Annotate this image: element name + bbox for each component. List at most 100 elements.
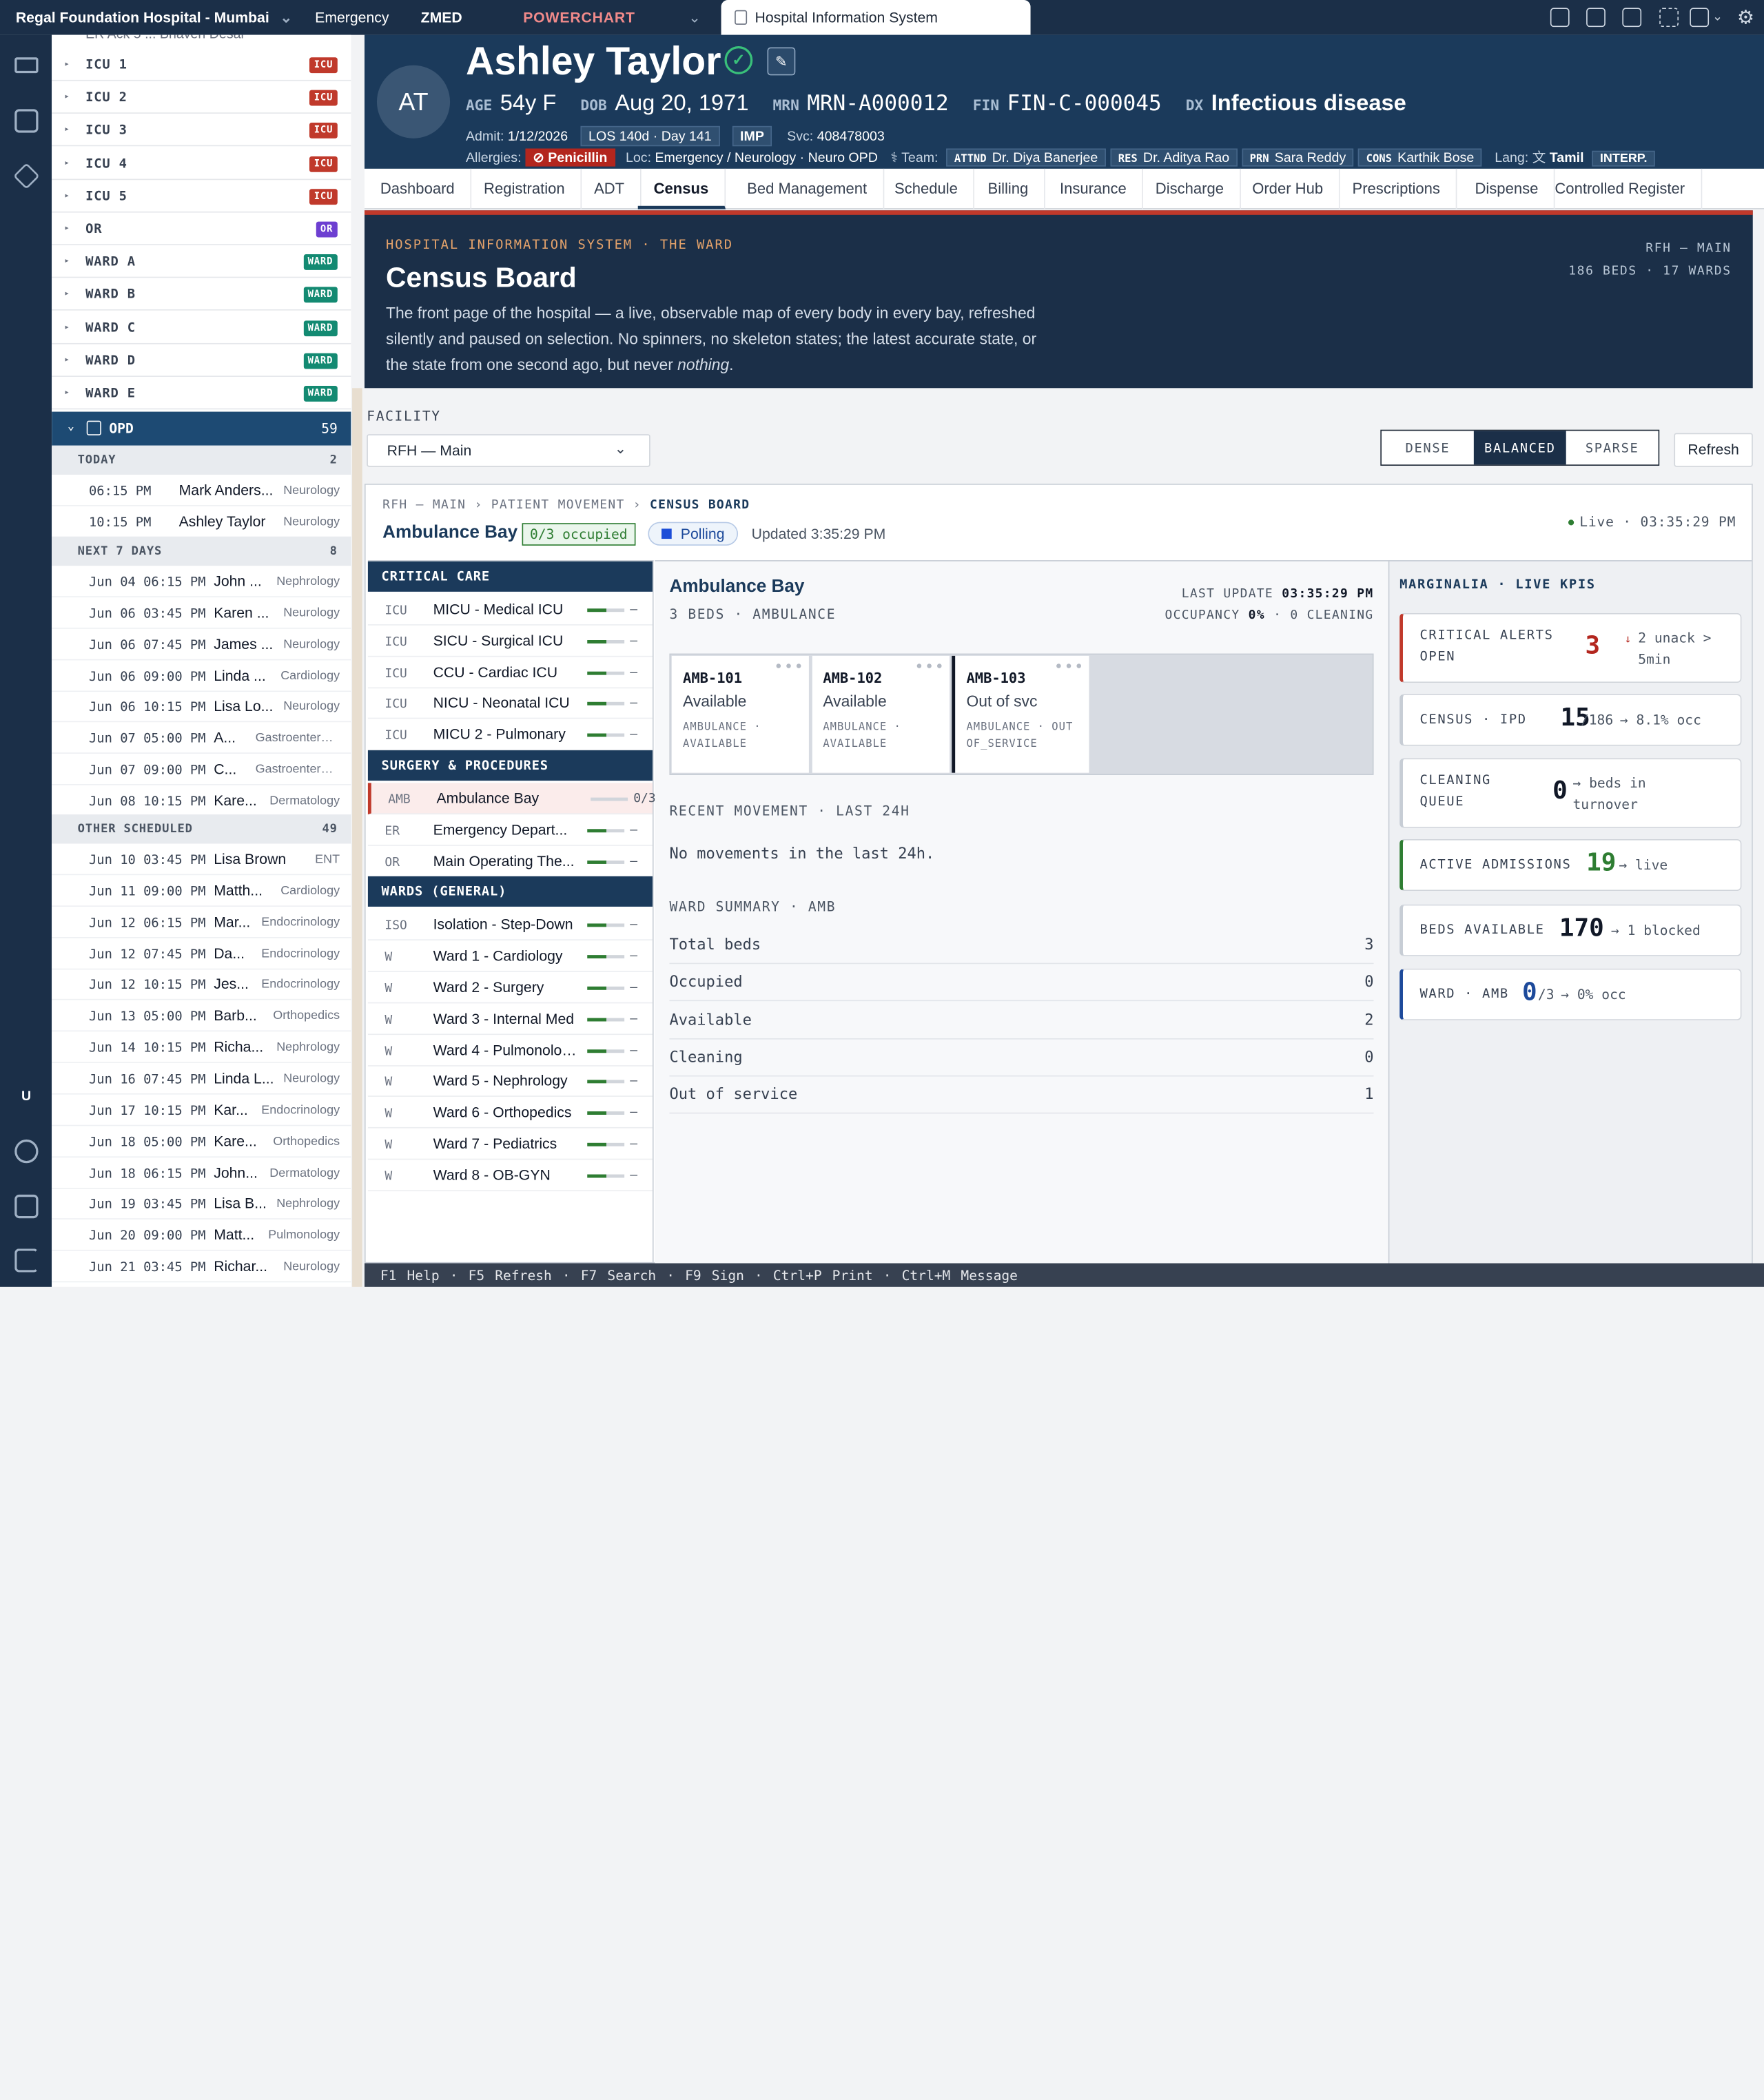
appointment-row[interactable]: Jun 07 05:00 PM A... Gastroenterol... xyxy=(52,723,351,754)
unit-row[interactable]: W Ward 8 - OB-GYN – xyxy=(367,1160,653,1191)
appointment-row[interactable]: Jun 06 10:15 PM Lisa Lo... Neurology xyxy=(52,691,351,723)
appointment-row[interactable]: Jun 06 07:45 PM James ... Neurology xyxy=(52,628,351,660)
appointment-row[interactable]: 10:15 PM Ashley Taylor Neurology xyxy=(52,506,351,538)
kpi-card[interactable]: BEDS AVAILABLE 170 → 1 blocked xyxy=(1399,904,1742,956)
appointment-row[interactable]: Jun 12 06:15 PM Mar... Endocrinology xyxy=(52,906,351,938)
unit-row[interactable]: W Ward 1 - Cardiology – xyxy=(367,940,653,972)
appointment-row[interactable]: Jun 17 10:15 PM Kar... Endocrinology xyxy=(52,1094,351,1126)
appointment-row[interactable]: Jun 14 10:15 PM Richa... Nephrology xyxy=(52,1031,351,1064)
sidebar-item-icu-4[interactable]: ▸ ICU 4 ICU xyxy=(52,147,351,180)
refresh-button[interactable]: Refresh xyxy=(1674,433,1753,467)
appt-group-today[interactable]: TODAY 2 xyxy=(52,445,351,475)
tab-powerchart[interactable]: POWERCHART xyxy=(523,0,635,35)
appointment-row[interactable]: Jun 06 09:00 PM Linda ... Cardiology xyxy=(52,660,351,692)
layers-icon[interactable] xyxy=(12,163,40,189)
split-view-icon[interactable] xyxy=(1622,8,1642,28)
kpi-card[interactable]: ACTIVE ADMISSIONS 19 → live xyxy=(1399,838,1742,892)
appointment-row[interactable]: Jun 20 09:00 PM Matt... Pulmonology xyxy=(52,1219,351,1251)
printer-icon[interactable] xyxy=(14,1194,39,1219)
unit-row[interactable]: W Ward 7 - Pediatrics – xyxy=(367,1129,653,1160)
team-member-prn[interactable]: PRN Sara Reddy xyxy=(1242,148,1354,167)
sidebar-item-icu-3[interactable]: ▸ ICU 3 ICU xyxy=(52,114,351,147)
appointment-row[interactable]: Jun 12 07:45 PM Da... Endocrinology xyxy=(52,938,351,969)
appointment-row[interactable]: Jun 19 03:45 PM Lisa B... Nephrology xyxy=(52,1188,351,1220)
bed-card[interactable]: AMB-103 Out of svc AMBULANCE · OUT OF_SERV… xyxy=(952,655,1089,773)
appt-group-next7[interactable]: NEXT 7 DAYS 8 xyxy=(52,536,351,566)
unit-row[interactable]: ER Emergency Depart... – xyxy=(367,814,653,846)
facility-switcher[interactable]: Regal Foundation Hospital - Mumbai ⌄ xyxy=(16,0,292,35)
more-dots-icon[interactable] xyxy=(1056,663,1082,668)
density-balanced-button[interactable]: BALANCED xyxy=(1473,431,1566,465)
unit-row[interactable]: AMB Ambulance Bay 0/3 xyxy=(367,783,656,815)
unit-row[interactable]: W Ward 3 - Internal Med – xyxy=(367,1003,653,1035)
team-member-cons[interactable]: CONS Karthik Bose xyxy=(1358,148,1482,167)
bed-card[interactable]: AMB-102 Available AMBULANCE · AVAILABLE xyxy=(811,655,950,773)
appointment-row[interactable]: Jun 06 03:45 PM Karen ... Neurology xyxy=(52,597,351,629)
sidebar-scrollbar[interactable] xyxy=(352,388,362,1287)
sidebar-item-ward-a[interactable]: ▸ WARD A WARD xyxy=(52,245,351,278)
tab-order-hub[interactable]: Order Hub xyxy=(1236,168,1340,209)
unit-row[interactable]: W Ward 5 - Nephrology – xyxy=(367,1066,653,1098)
save-icon[interactable] xyxy=(1690,8,1710,28)
kpi-card[interactable]: CRITICAL ALERTS OPEN 3 ↓ 2 unack >5min xyxy=(1399,612,1742,683)
fullscreen-icon[interactable] xyxy=(1659,8,1679,28)
unit-row[interactable]: ISO Isolation - Step-Down – xyxy=(367,909,653,941)
more-dots-icon[interactable] xyxy=(916,663,941,668)
unit-row[interactable]: OR Main Operating The... – xyxy=(367,845,653,877)
sidebar-item-ward-e[interactable]: ▸ WARD E WARD xyxy=(52,377,351,410)
facility-select[interactable]: RFH — Main ⌄ xyxy=(367,434,650,467)
user-avatar[interactable]: U xyxy=(21,1088,31,1104)
allergy-badge[interactable]: ⊘ Penicillin xyxy=(524,148,615,167)
gear-icon[interactable]: ⚙ xyxy=(1737,0,1754,35)
unit-row[interactable]: W Ward 2 - Surgery – xyxy=(367,972,653,1004)
density-sparse-button[interactable]: SPARSE xyxy=(1566,431,1659,464)
chevron-down-icon[interactable]: ⌄ xyxy=(1712,0,1723,35)
bed-icon[interactable] xyxy=(14,57,39,74)
appointment-row[interactable]: 06:15 PM Mark Anders... Neurology xyxy=(52,475,351,506)
tab-registration[interactable]: Registration xyxy=(468,168,582,209)
kpi-card[interactable]: WARD · AMB 0/3 → 0% occ xyxy=(1399,968,1742,1020)
density-dense-button[interactable]: DENSE xyxy=(1382,431,1474,464)
appointment-row[interactable]: Jun 10 03:45 PM Lisa Brown ENT xyxy=(52,844,351,876)
logout-icon[interactable] xyxy=(14,1248,39,1273)
team-member-attnd[interactable]: ATTND Dr. Diya Banerjee xyxy=(946,148,1106,167)
appointment-row[interactable]: Jun 12 10:15 PM Jes... Endocrinology xyxy=(52,969,351,1001)
cut-off-item[interactable]: ER Ack 5 ... Bhaven Desai xyxy=(85,35,244,42)
polling-badge[interactable]: Polling xyxy=(648,522,739,546)
kpi-card[interactable]: CLEANING QUEUE 0 → beds in turnover xyxy=(1399,758,1742,828)
tab-zmed[interactable]: ZMED xyxy=(421,0,462,35)
sidebar-item-icu-1[interactable]: ▸ ICU 1 ICU xyxy=(52,48,351,81)
unit-row[interactable]: ICU MICU - Medical ICU – xyxy=(367,594,653,626)
tab-adt[interactable]: ADT xyxy=(578,168,642,209)
appointment-row[interactable]: Jun 21 03:45 PM Richar... Neurology xyxy=(52,1251,351,1283)
sidebar-item-ward-c[interactable]: ▸ WARD C WARD xyxy=(52,311,351,344)
sidebar-item-opd[interactable]: ⌄ OPD 59 xyxy=(52,411,351,447)
dashboard-icon[interactable] xyxy=(14,109,39,133)
kpi-card[interactable]: CENSUS · IPD 15/186 → 8.1% occ xyxy=(1399,694,1742,746)
tab-prescriptions[interactable]: Prescriptions xyxy=(1337,168,1457,209)
appointment-row[interactable]: Jun 18 06:15 PM John... Dermatology xyxy=(52,1157,351,1188)
appt-group-other[interactable]: OTHER SCHEDULED 49 xyxy=(52,814,351,844)
tab-insurance[interactable]: Insurance xyxy=(1044,168,1144,209)
chevron-down-icon[interactable]: ⌄ xyxy=(688,0,701,35)
help-icon[interactable] xyxy=(14,1139,39,1164)
sidebar-item-ward-d[interactable]: ▸ WARD D WARD xyxy=(52,344,351,377)
unit-row[interactable]: ICU SICU - Surgical ICU – xyxy=(367,625,653,657)
unit-row[interactable]: W Ward 6 - Orthopedics – xyxy=(367,1097,653,1129)
appointment-row[interactable]: Jun 11 09:00 PM Matth... Cardiology xyxy=(52,875,351,907)
bed-card[interactable]: AMB-101 Available AMBULANCE · AVAILABLE xyxy=(671,655,809,773)
more-dots-icon[interactable] xyxy=(776,663,801,668)
tab-dashboard[interactable]: Dashboard xyxy=(365,168,472,209)
tab-billing[interactable]: Billing xyxy=(972,168,1045,209)
unit-row[interactable]: W Ward 4 - Pulmonology – xyxy=(367,1034,653,1067)
appointment-row[interactable]: Jun 13 05:00 PM Barb... Orthopedics xyxy=(52,1000,351,1032)
tab-controlled-register[interactable]: Controlled Register xyxy=(1539,168,1702,209)
sidebar-item-icu-2[interactable]: ▸ ICU 2 ICU xyxy=(52,81,351,114)
edit-pencil-icon[interactable]: ✎ xyxy=(767,47,796,76)
appointment-row[interactable]: Jun 07 09:00 PM C... Gastroenterol... xyxy=(52,754,351,785)
unit-row[interactable]: ICU NICU - Neonatal ICU – xyxy=(367,688,653,719)
window-tab-his[interactable]: Hospital Information System xyxy=(721,0,1031,35)
breadcrumb-rfh[interactable]: RFH — MAIN xyxy=(382,497,466,512)
tab-discharge[interactable]: Discharge xyxy=(1140,168,1241,209)
tab-emergency[interactable]: Emergency xyxy=(315,0,389,35)
